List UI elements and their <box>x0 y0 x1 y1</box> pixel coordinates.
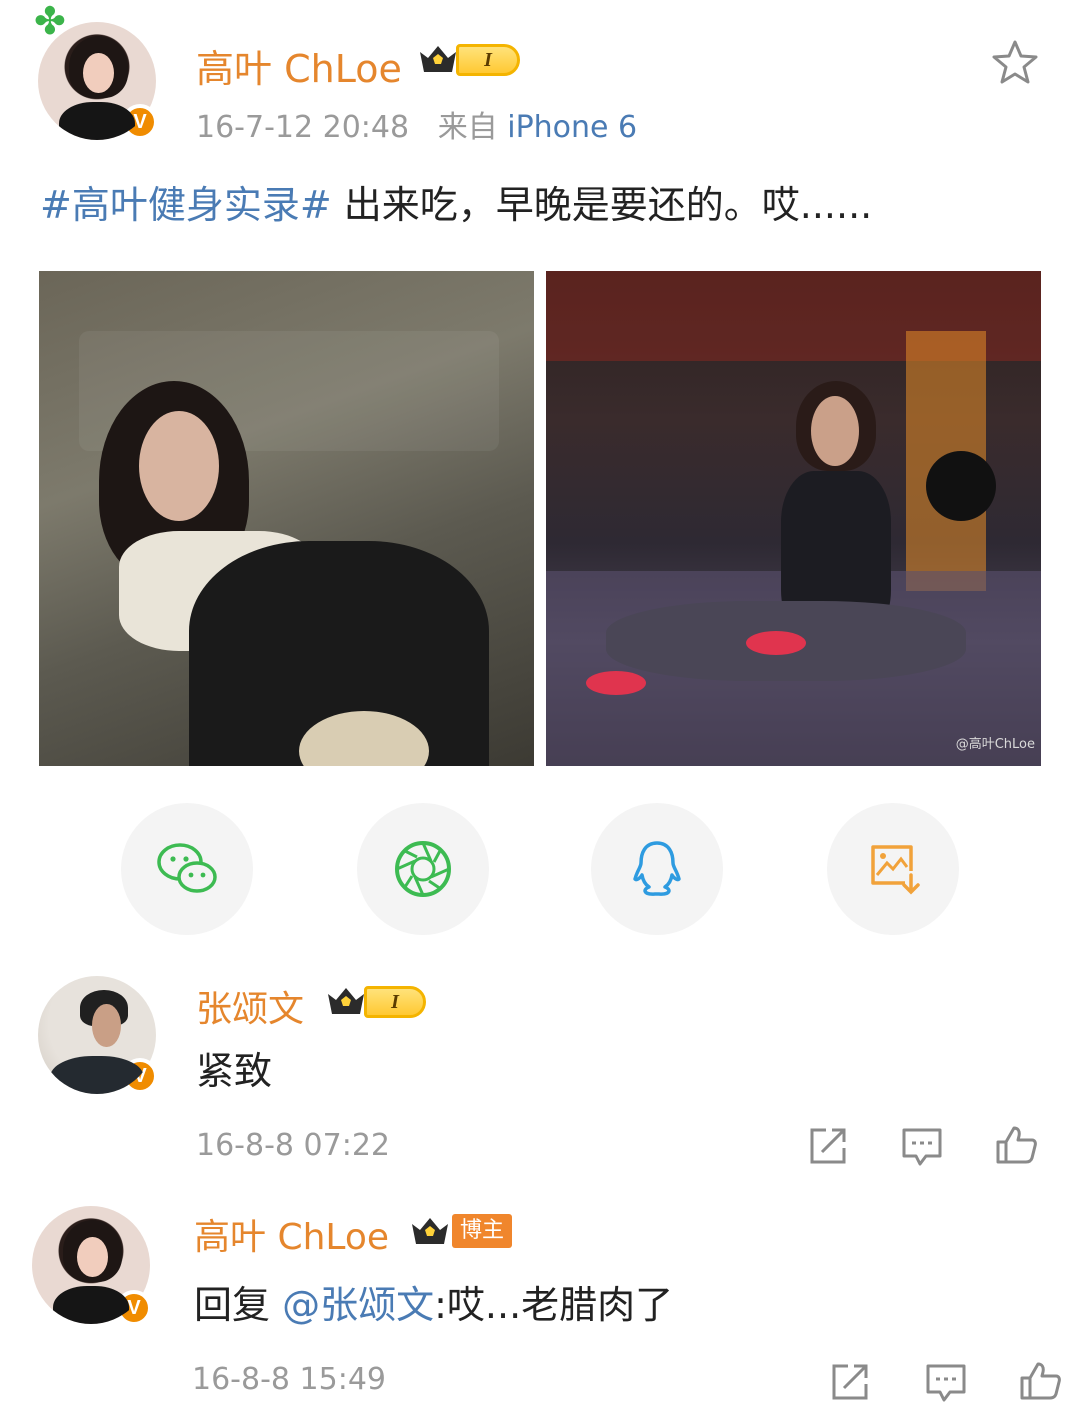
like-button[interactable] <box>1018 1358 1062 1402</box>
post-meta: 16-7-12 20:48 来自 iPhone 6 <box>196 102 637 146</box>
author-name[interactable]: 高叶 ChLoe <box>196 38 402 93</box>
hashtag-link[interactable]: #高叶健身实录# <box>40 183 332 227</box>
reply-prefix: 回复 <box>194 1283 271 1327</box>
photo-watermark: @高叶ChLoe <box>955 737 1035 752</box>
save-image-icon <box>871 845 920 895</box>
level-badge: I <box>456 44 520 76</box>
comment-icon <box>926 1364 966 1402</box>
repost-icon <box>810 1128 846 1164</box>
wechat-icon <box>157 843 217 893</box>
source-prefix: 来自 <box>437 110 498 145</box>
share-wechat-button[interactable] <box>121 803 253 935</box>
repost-icon <box>832 1364 868 1400</box>
share-moments-button[interactable] <box>357 803 489 935</box>
post-photo-2[interactable]: @高叶ChLoe <box>546 271 1041 766</box>
comment-button[interactable] <box>900 1124 944 1168</box>
crown-icon <box>420 46 456 72</box>
comment-button[interactable] <box>924 1360 968 1404</box>
author-badge: 博主 <box>452 1214 513 1248</box>
reply-body: :哎...老腊肉了 <box>434 1283 674 1327</box>
comment-text: 紧致 <box>196 1049 273 1093</box>
repost-button[interactable] <box>806 1124 850 1168</box>
moments-icon <box>395 841 451 897</box>
repost-button[interactable] <box>828 1360 872 1404</box>
qq-icon <box>633 841 681 896</box>
favorite-star-icon[interactable] <box>990 38 1040 86</box>
comment-time: 16-8-8 15:49 <box>192 1362 386 1397</box>
commenter-avatar[interactable] <box>38 976 156 1094</box>
post-text: #高叶健身实录# 出来吃，早晚是要还的。哎...... <box>40 174 872 229</box>
thumbs-up-icon <box>1020 1362 1061 1400</box>
clover-icon: ✤ <box>34 0 66 43</box>
commenter-name[interactable]: 张颂文 <box>196 980 304 1032</box>
source-device[interactable]: iPhone 6 <box>507 110 637 145</box>
reply-text: 回复 @张颂文:哎...老腊肉了 <box>194 1274 673 1329</box>
post-time: 16-7-12 20:48 <box>196 110 410 145</box>
thumbs-up-icon <box>996 1126 1037 1164</box>
level-badge: I <box>364 986 426 1018</box>
crown-icon <box>412 1218 448 1244</box>
like-button[interactable] <box>994 1122 1038 1166</box>
comment-icon <box>902 1128 942 1166</box>
crown-icon <box>328 988 364 1014</box>
post-photo-1[interactable] <box>39 271 534 766</box>
save-image-button[interactable] <box>827 803 959 935</box>
mention-link[interactable]: @张颂文 <box>282 1283 434 1327</box>
share-qq-button[interactable] <box>591 803 723 935</box>
commenter-name[interactable]: 高叶 ChLoe <box>194 1208 389 1260</box>
comment-time: 16-8-8 07:22 <box>196 1128 390 1163</box>
post-body: 出来吃，早晚是要还的。哎...... <box>331 183 873 227</box>
